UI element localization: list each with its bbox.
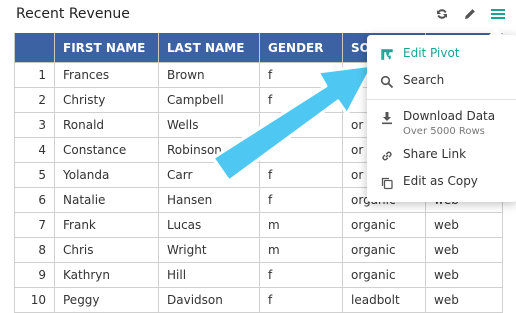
table-row[interactable]: 9 Kathryn Hill f organic web [14,262,503,288]
cell-source: organic [342,237,426,263]
menu-divider [367,99,516,100]
copy-icon [379,175,395,191]
menu-item-share-link[interactable]: Share Link [367,142,516,169]
cell-last-name: Carr [158,162,260,188]
table-row[interactable]: 10 Peggy Davidson f leadbolt web [14,287,503,313]
cell-last-name: Davidson [158,287,260,313]
cell-gender: f [259,162,343,188]
menu-icon[interactable] [488,4,508,24]
link-icon [379,148,395,164]
cell-gender [259,137,343,163]
refresh-icon[interactable] [432,4,452,24]
cell-gender [259,112,343,138]
cell-index: 4 [14,137,55,163]
cell-source: organic [342,262,426,288]
cell-first-name: Chris [54,237,159,263]
cell-first-name: Christy [54,87,159,113]
cell-first-name: Ronald [54,112,159,138]
cell-last-name: Hansen [158,187,260,213]
options-menu: Edit Pivot Search Download Data Over 500… [367,28,516,202]
cell-last-name: Campbell [158,87,260,113]
menu-item-search[interactable]: Search [367,68,516,95]
download-icon [379,110,395,126]
cell-first-name: Peggy [54,287,159,313]
menu-item-edit-pivot[interactable]: Edit Pivot [367,41,516,68]
cell-index: 9 [14,262,55,288]
cell-source: organic [342,212,426,238]
cell-first-name: Natalie [54,187,159,213]
cell-source: leadbolt [342,287,426,313]
cell-gender: f [259,87,343,113]
cell-first-name: Frank [54,212,159,238]
col-header-index [14,33,55,63]
search-icon [379,74,395,90]
pivot-icon [379,47,395,63]
cell-gender: f [259,187,343,213]
cell-gender: m [259,212,343,238]
edit-pencil-icon[interactable] [460,4,480,24]
cell-gender: m [259,237,343,263]
menu-item-download-data[interactable]: Download Data Over 5000 Rows [367,104,516,142]
cell-last-name: Brown [158,62,260,88]
menu-caret [489,28,503,35]
cell-index: 10 [14,287,55,313]
cell-channel: web [425,212,503,238]
toolbar [432,4,508,24]
table-row[interactable]: 8 Chris Wright m organic web [14,237,503,263]
col-header-last-name[interactable]: LAST NAME [158,33,260,63]
cell-gender: f [259,287,343,313]
cell-last-name: Robinson [158,137,260,163]
cell-last-name: Hill [158,262,260,288]
cell-index: 1 [14,62,55,88]
col-header-first-name[interactable]: FIRST NAME [54,33,159,63]
cell-gender: f [259,262,343,288]
cell-index: 6 [14,187,55,213]
cell-last-name: Wright [158,237,260,263]
cell-first-name: Frances [54,62,159,88]
menu-item-edit-as-copy[interactable]: Edit as Copy [367,169,516,196]
cell-last-name: Lucas [158,212,260,238]
cell-index: 2 [14,87,55,113]
cell-first-name: Constance [54,137,159,163]
cell-channel: web [425,287,503,313]
cell-index: 8 [14,237,55,263]
cell-index: 7 [14,212,55,238]
table-row[interactable]: 7 Frank Lucas m organic web [14,212,503,238]
cell-index: 5 [14,162,55,188]
col-header-gender[interactable]: GENDER [259,33,343,63]
cell-first-name: Yolanda [54,162,159,188]
cell-last-name: Wells [158,112,260,138]
cell-first-name: Kathryn [54,262,159,288]
cell-gender: f [259,62,343,88]
page-title: Recent Revenue [16,6,130,22]
cell-channel: web [425,262,503,288]
cell-channel: web [425,237,503,263]
cell-index: 3 [14,112,55,138]
